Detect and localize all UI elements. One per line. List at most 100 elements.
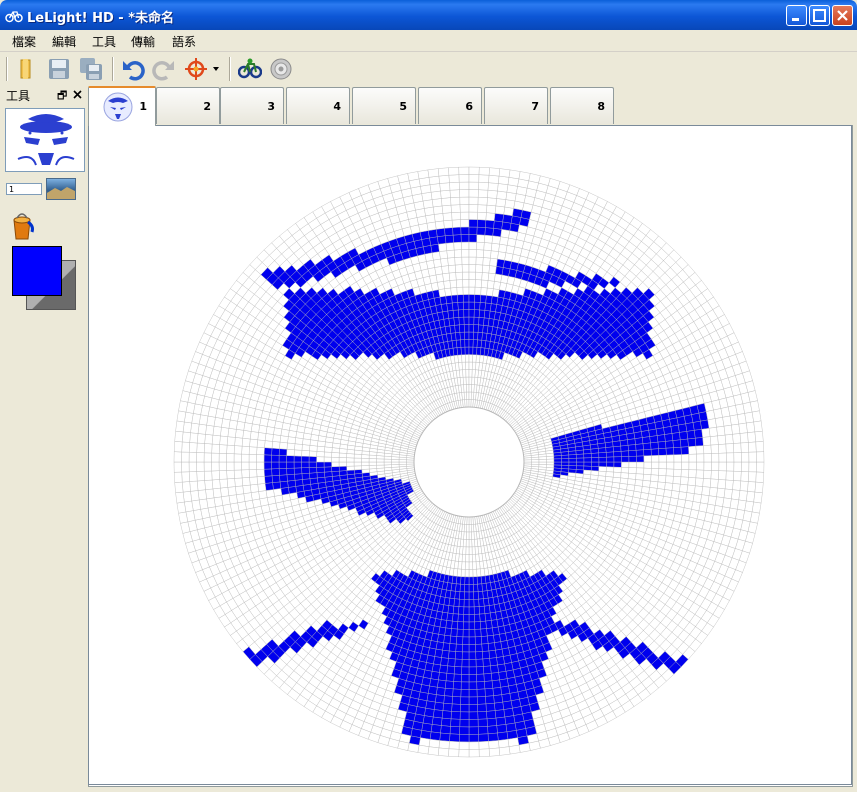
led-cell[interactable] [316,456,325,463]
led-cell[interactable] [317,476,326,484]
led-cell[interactable] [454,256,463,266]
led-cell[interactable] [568,450,577,456]
led-cell[interactable] [468,339,474,348]
led-cell[interactable] [468,704,478,713]
led-cell[interactable] [621,461,630,468]
led-cell[interactable] [212,487,222,499]
led-cell[interactable] [241,461,250,471]
led-cell[interactable] [460,219,470,228]
led-cell[interactable] [671,483,681,492]
led-cell[interactable] [250,423,260,433]
led-cell[interactable] [454,324,461,333]
led-cell[interactable] [471,546,476,555]
led-cell[interactable] [464,569,470,578]
led-cell[interactable] [642,436,651,444]
led-cell[interactable] [620,472,629,479]
led-cell[interactable] [568,457,577,463]
led-cell[interactable] [482,650,490,660]
led-cell[interactable] [468,591,475,600]
led-cell[interactable] [449,635,458,645]
led-cell[interactable] [523,459,532,463]
led-cell[interactable] [464,346,470,355]
led-cell[interactable] [472,561,477,570]
led-cell[interactable] [243,492,253,502]
led-cell[interactable] [468,681,478,690]
led-cell[interactable] [455,271,463,281]
led-cell[interactable] [454,264,463,273]
led-cell[interactable] [688,453,697,463]
led-cell[interactable] [636,455,645,463]
led-cell[interactable] [476,241,485,251]
led-cell[interactable] [436,687,446,696]
led-cell[interactable] [309,477,319,485]
led-cell[interactable] [273,488,283,497]
led-cell[interactable] [681,454,690,463]
led-cell[interactable] [553,458,562,463]
led-cell[interactable] [468,271,476,280]
led-cell[interactable] [468,256,477,265]
led-cell[interactable] [695,469,705,479]
led-cell[interactable] [443,219,453,229]
led-cell[interactable] [475,256,484,266]
led-cell[interactable] [479,294,487,304]
led-cell[interactable] [476,234,486,243]
led-cell[interactable] [443,695,453,705]
led-cell[interactable] [301,455,310,463]
led-cell[interactable] [484,227,494,236]
led-cell[interactable] [703,444,712,455]
led-cell[interactable] [435,273,444,283]
led-cell[interactable] [226,461,235,471]
led-cell[interactable] [248,454,257,463]
led-cell[interactable] [688,445,697,455]
led-cell[interactable] [490,672,500,682]
led-cell[interactable] [242,430,252,440]
led-cell[interactable] [655,427,665,436]
led-cell[interactable] [453,673,462,683]
led-cell[interactable] [489,657,498,667]
led-cell[interactable] [591,457,600,463]
led-cell[interactable] [643,467,652,475]
led-cell[interactable] [461,256,470,265]
led-cell[interactable] [468,621,476,630]
led-cell[interactable] [468,286,476,295]
led-cell[interactable] [461,666,470,675]
led-cell[interactable] [441,204,452,214]
led-cell[interactable] [293,455,302,463]
led-cell[interactable] [353,465,363,471]
led-cell[interactable] [464,584,470,593]
led-cell[interactable] [598,447,607,454]
led-cell[interactable] [338,466,348,472]
led-cell[interactable] [455,332,461,341]
led-cell[interactable] [263,461,272,470]
led-cell[interactable] [486,204,497,214]
led-cell[interactable] [680,469,690,478]
led-cell[interactable] [620,467,630,474]
led-cell[interactable] [494,641,503,651]
led-cell[interactable] [263,468,273,477]
led-cell[interactable] [642,442,652,451]
led-cell[interactable] [590,466,600,472]
led-cell[interactable] [591,461,600,467]
led-cell[interactable] [440,657,449,667]
led-cell[interactable] [441,710,452,720]
led-cell[interactable] [711,461,720,471]
led-cell[interactable] [673,468,682,478]
led-cell[interactable] [286,473,296,482]
led-cell[interactable] [466,384,470,393]
led-cell[interactable] [248,461,257,470]
led-cell[interactable] [456,628,464,638]
led-cell[interactable] [724,479,734,490]
tab-4[interactable]: 4 [286,87,350,124]
led-cell[interactable] [323,451,333,458]
led-cell[interactable] [694,485,703,495]
led-cell[interactable] [468,309,475,318]
led-cell[interactable] [226,436,236,446]
led-cell[interactable] [465,361,470,370]
led-cell[interactable] [391,461,400,465]
led-cell[interactable] [212,425,222,437]
led-cell[interactable] [723,488,733,500]
led-cell[interactable] [433,701,444,711]
led-cell[interactable] [605,466,615,473]
led-cell[interactable] [218,470,228,480]
led-cell[interactable] [433,258,442,268]
